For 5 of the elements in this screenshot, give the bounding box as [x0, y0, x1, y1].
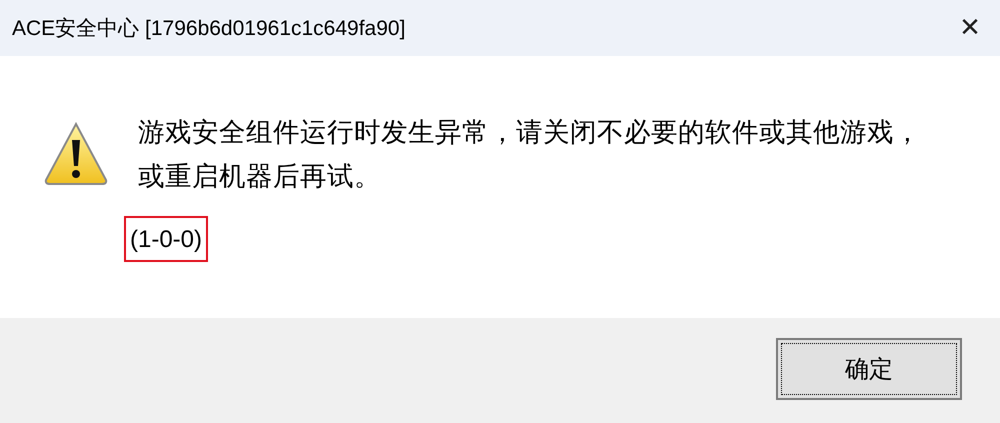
error-code: (1-0-0): [130, 226, 202, 253]
close-button[interactable]: ✕: [942, 0, 998, 56]
error-message: 游戏安全组件运行时发生异常，请关闭不必要的软件或其他游戏，或重启机器后再试。: [138, 116, 922, 193]
ok-button[interactable]: 确定: [776, 338, 962, 400]
window-title: ACE安全中心 [1796b6d01961c1c649fa90]: [12, 16, 406, 42]
